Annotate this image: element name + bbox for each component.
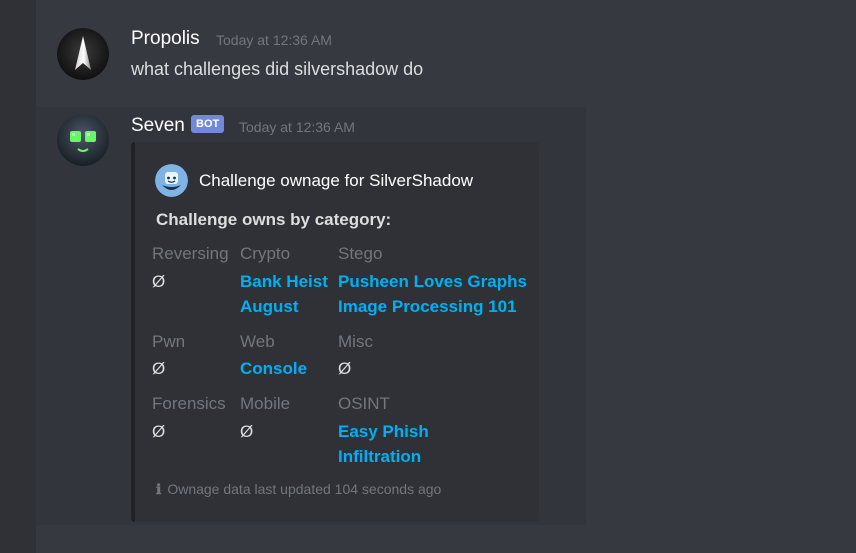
challenge-link[interactable]: Console <box>240 359 307 379</box>
field-name-osint: OSINT <box>338 394 390 413</box>
field-name-forensics: Forensics <box>152 394 226 413</box>
field-name-crypto: Crypto <box>240 244 291 263</box>
message-username[interactable]: Propolis <box>131 28 200 50</box>
bot-username[interactable]: Seven <box>131 115 185 137</box>
propolis-avatar-icon[interactable] <box>57 28 109 80</box>
field-name-pwn: Pwn <box>152 332 186 351</box>
field-value-misc: Ø <box>338 359 352 378</box>
field-value-mobile: Ø <box>240 422 254 441</box>
challenge-link[interactable]: Pusheen Loves Graphs <box>338 272 527 292</box>
challenge-link[interactable]: Image Processing 101 <box>338 297 517 317</box>
embed-author: Challenge ownage for SilverShadow <box>199 171 474 190</box>
embed-footer: ℹ Ownage data last updated 104 seconds ag… <box>156 481 441 498</box>
field-name-stego: Stego <box>338 244 383 263</box>
field-name-mobile: Mobile <box>240 394 291 413</box>
challenge-link[interactable]: August <box>240 297 299 317</box>
challenge-link[interactable]: Easy Phish <box>338 422 429 442</box>
bot-badge: BOT <box>191 115 225 133</box>
left-sidebar-strip <box>0 0 36 553</box>
challenge-embed: Challenge ownage for SilverShadow Challe… <box>131 142 539 522</box>
field-name-web: Web <box>240 332 275 351</box>
seven-avatar-icon[interactable] <box>57 114 109 166</box>
challenge-link[interactable]: Bank Heist <box>240 272 328 292</box>
field-value-reversing: Ø <box>152 272 166 291</box>
field-name-reversing: Reversing <box>152 244 229 263</box>
field-value-pwn: Ø <box>152 359 166 378</box>
field-name-misc: Misc <box>338 332 373 351</box>
info-icon: ℹ <box>156 481 162 497</box>
challenge-link[interactable]: Infiltration <box>338 447 421 467</box>
embed-footer-text: Ownage data last updated 104 seconds ago <box>167 481 442 497</box>
smiling-mascot-icon <box>155 164 188 197</box>
message-timestamp: Today at 12:36 AM <box>239 119 355 135</box>
embed-description: Challenge owns by category: <box>156 210 392 229</box>
field-value-forensics: Ø <box>152 422 166 441</box>
message-text: what challenges did silvershadow do <box>131 59 424 79</box>
message-timestamp: Today at 12:36 AM <box>216 32 332 48</box>
